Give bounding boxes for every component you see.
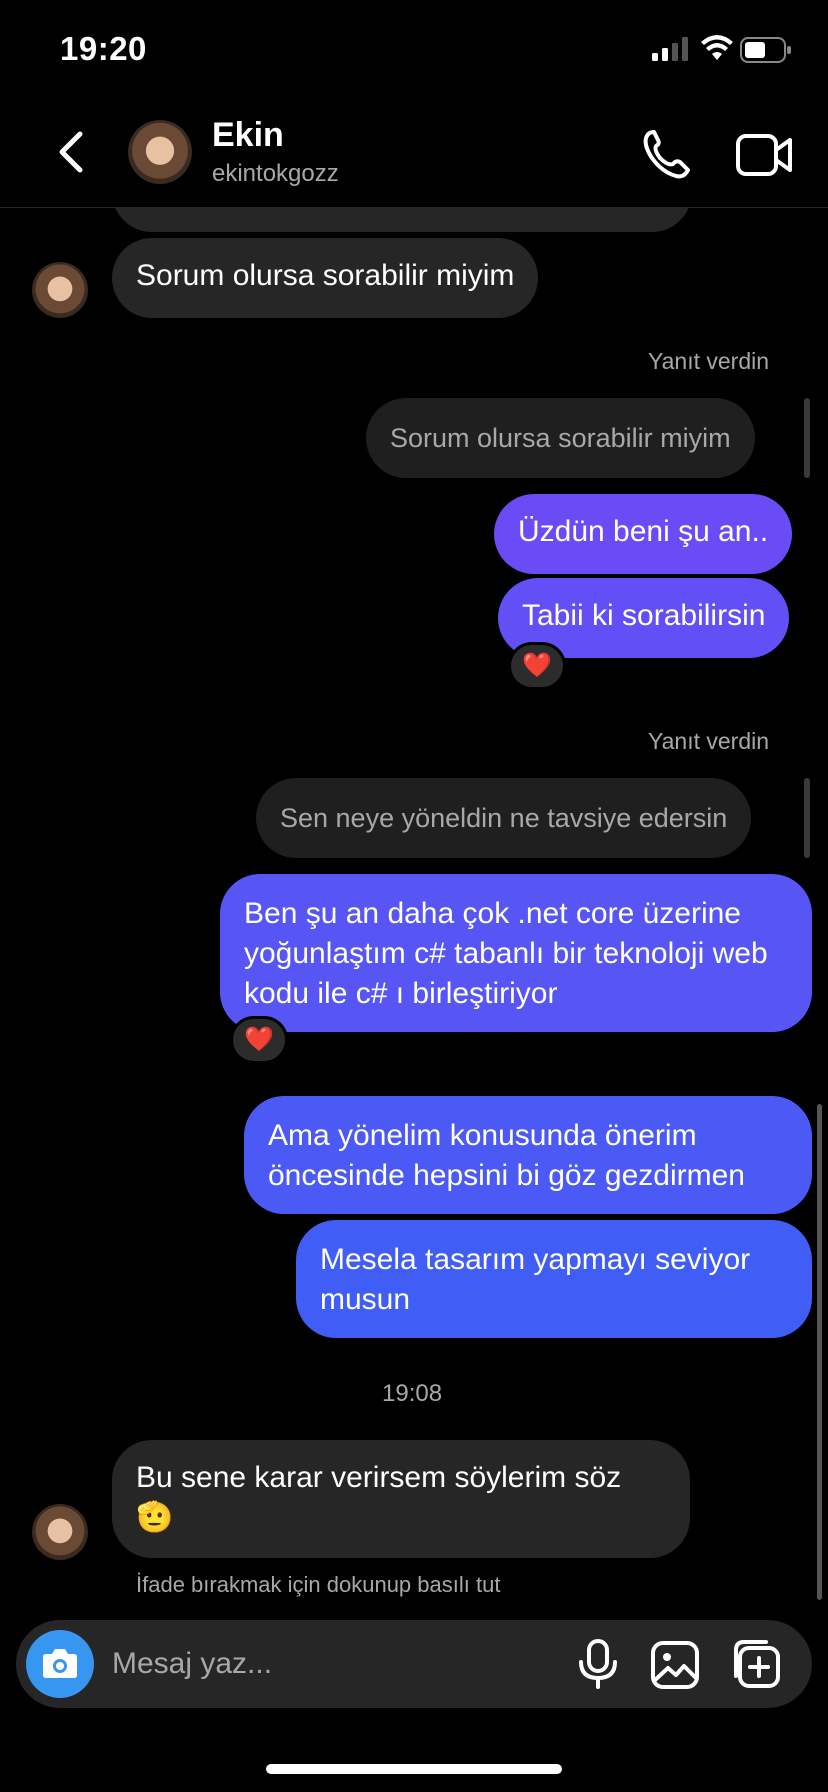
home-indicator[interactable] bbox=[266, 1764, 562, 1774]
chat-header: Ekin ekintokgozz bbox=[0, 100, 828, 208]
message-bubble-outgoing[interactable]: Ama yönelim konusunda önerim öncesinde h… bbox=[244, 1096, 812, 1214]
message-text: Bu sene karar verirsem söylerim söz 🫡 bbox=[136, 1461, 622, 1534]
sticker-icon[interactable] bbox=[730, 1638, 782, 1690]
quoted-message[interactable]: Sen neye yöneldin ne tavsiye edersin bbox=[256, 778, 752, 858]
wifi-icon bbox=[701, 35, 733, 60]
quote-bar bbox=[804, 778, 810, 858]
message-text: Üzdün beni şu an.. bbox=[518, 515, 769, 548]
quoted-text: Sorum olursa sorabilir miyim bbox=[390, 423, 731, 453]
microphone-icon[interactable] bbox=[576, 1638, 620, 1690]
message-bubble-incoming[interactable]: Bu sene karar verirsem söylerim söz 🫡 bbox=[112, 1440, 690, 1558]
reply-label: Yanıt verdin bbox=[648, 348, 770, 374]
video-camera-icon[interactable] bbox=[736, 130, 794, 180]
status-bar: 19:20 bbox=[0, 0, 828, 100]
status-time: 19:20 bbox=[60, 30, 147, 67]
phone-icon[interactable] bbox=[640, 128, 692, 180]
reaction-badge[interactable]: ❤️ bbox=[230, 1016, 288, 1064]
message-text: Mesela tasarım yapmayı seviyor musun bbox=[320, 1243, 751, 1316]
timestamp: 19:08 bbox=[382, 1380, 443, 1407]
message-bubble-partial[interactable] bbox=[112, 208, 692, 232]
message-bubble-outgoing[interactable]: Üzdün beni şu an.. bbox=[494, 494, 793, 574]
message-text: Sorum olursa sorabilir miyim bbox=[136, 259, 515, 292]
scrollbar[interactable] bbox=[817, 1104, 822, 1600]
avatar[interactable] bbox=[128, 120, 192, 184]
message-input[interactable] bbox=[112, 1636, 572, 1692]
message-bubble-outgoing[interactable]: Mesela tasarım yapmayı seviyor musun bbox=[296, 1220, 812, 1338]
message-bubble-outgoing[interactable]: Ben şu an daha çok .net core üzerine yoğ… bbox=[220, 874, 812, 1032]
message-thread[interactable]: Sorum olursa sorabilir miyim Yanıt verdi… bbox=[0, 208, 828, 1620]
contact-name[interactable]: Ekin bbox=[212, 116, 284, 155]
avatar[interactable] bbox=[32, 1504, 88, 1560]
cellular-signal-icon bbox=[652, 37, 688, 61]
heart-reaction-icon: ❤️ bbox=[522, 652, 552, 679]
camera-button[interactable] bbox=[26, 1630, 94, 1698]
message-composer bbox=[16, 1620, 812, 1708]
heart-reaction-icon: ❤️ bbox=[244, 1026, 274, 1053]
battery-icon bbox=[740, 37, 791, 63]
reaction-badge[interactable]: ❤️ bbox=[508, 642, 566, 690]
message-text: Ben şu an daha çok .net core üzerine yoğ… bbox=[244, 897, 768, 1010]
message-text: Tabii ki sorabilirsin bbox=[522, 599, 766, 632]
quote-bar bbox=[804, 398, 810, 478]
reaction-hint: İfade bırakmak için dokunup basılı tut bbox=[136, 1572, 501, 1597]
contact-username[interactable]: ekintokgozz bbox=[212, 160, 339, 188]
quoted-text: Sen neye yöneldin ne tavsiye edersin bbox=[280, 803, 728, 833]
image-icon[interactable] bbox=[650, 1640, 700, 1690]
back-icon[interactable] bbox=[50, 128, 94, 176]
reply-label: Yanıt verdin bbox=[648, 728, 770, 754]
camera-icon bbox=[43, 1649, 77, 1678]
message-text: Ama yönelim konusunda önerim öncesinde h… bbox=[268, 1119, 745, 1192]
quoted-message[interactable]: Sorum olursa sorabilir miyim bbox=[366, 398, 755, 478]
avatar[interactable] bbox=[32, 262, 88, 318]
message-bubble-incoming[interactable]: Sorum olursa sorabilir miyim bbox=[112, 238, 539, 318]
